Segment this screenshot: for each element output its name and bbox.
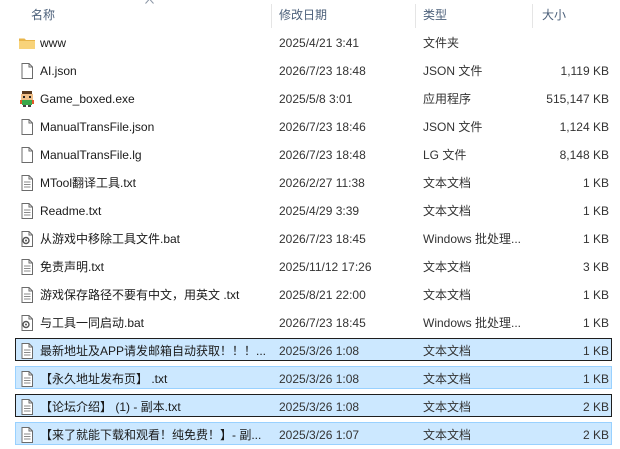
file-name: www <box>40 36 66 50</box>
file-name: ManualTransFile.json <box>40 120 155 134</box>
file-name: 最新地址及APP请发邮箱自动获取！！！... <box>40 344 267 358</box>
file-type: LG 文件 <box>423 148 467 162</box>
file-name: MTool翻译工具.txt <box>40 176 137 190</box>
file-row[interactable]: 最新地址及APP请发邮箱自动获取！！！... 2025/3/26 1:08 文本文档… <box>0 337 620 365</box>
file-size: 8,148 KB <box>559 148 609 162</box>
file-name: 从游戏中移除工具文件.bat <box>40 232 181 246</box>
file-date: 2025/3/26 1:08 <box>279 372 360 386</box>
text-file-icon <box>18 398 36 416</box>
file-name: 游戏保存路径不要有中文，用英文 .txt <box>40 288 240 302</box>
file-size: 515,147 KB <box>546 92 609 106</box>
file-name: 免责声明.txt <box>40 260 105 274</box>
text-file-icon <box>18 426 36 444</box>
file-type: 文本文档 <box>423 260 472 274</box>
file-row[interactable]: MTool翻译工具.txt 2026/2/27 11:38 文本文档 1 KB <box>0 169 620 197</box>
file-date: 2025/5/8 3:01 <box>279 92 353 106</box>
sort-ascending-icon <box>145 0 154 4</box>
file-name: 【永久地址发布页】 .txt <box>40 372 168 386</box>
text-file-icon <box>18 286 36 304</box>
file-date: 2025/11/12 17:26 <box>279 260 372 274</box>
column-divider[interactable] <box>532 4 533 28</box>
file-date: 2026/7/23 18:48 <box>279 148 366 162</box>
file-date: 2025/3/26 1:07 <box>279 428 360 442</box>
column-divider[interactable] <box>415 4 416 28</box>
file-size: 1 KB <box>582 316 609 330</box>
file-size: 2 KB <box>582 400 609 414</box>
file-type: 文本文档 <box>423 176 472 190</box>
file-row[interactable]: 从游戏中移除工具文件.bat 2026/7/23 18:45 Windows 批处理… <box>0 225 620 253</box>
file-type: JSON 文件 <box>423 64 483 78</box>
column-size[interactable]: 大小 <box>542 0 566 29</box>
file-icon <box>18 62 36 80</box>
file-name: Readme.txt <box>40 204 102 218</box>
file-size: 1 KB <box>582 232 609 246</box>
file-date: 2026/7/23 18:45 <box>279 232 366 246</box>
file-size: 1,119 KB <box>560 64 609 78</box>
file-row[interactable]: Readme.txt 2025/4/29 3:39 文本文档 1 KB <box>0 197 620 225</box>
file-size: 3 KB <box>582 260 609 274</box>
file-type: 文本文档 <box>423 204 472 218</box>
column-divider[interactable] <box>271 4 272 28</box>
column-date[interactable]: 修改日期 <box>279 0 327 29</box>
file-row[interactable]: 【来了就能下载和观看！纯免费！】- 副... 2025/3/26 1:07 文本文档… <box>0 421 620 449</box>
file-name: AI.json <box>40 64 77 78</box>
file-date: 2026/7/23 18:46 <box>279 120 366 134</box>
file-date: 2025/3/26 1:08 <box>279 400 360 414</box>
file-row[interactable]: 【永久地址发布页】 .txt 2025/3/26 1:08 文本文档 1 KB <box>0 365 620 393</box>
file-date: 2025/8/21 22:00 <box>279 288 366 302</box>
text-file-icon <box>18 202 36 220</box>
file-size <box>520 29 609 57</box>
batch-file-icon <box>18 314 36 332</box>
file-type: 文件夹 <box>423 36 460 50</box>
column-type[interactable]: 类型 <box>423 0 447 29</box>
app-icon <box>18 90 36 108</box>
file-type: 应用程序 <box>423 92 472 106</box>
file-type: Windows 批处理... <box>423 232 522 246</box>
file-name: 【来了就能下载和观看！纯免费！】- 副... <box>40 428 262 442</box>
file-date: 2026/7/23 18:48 <box>279 64 366 78</box>
file-row[interactable]: ManualTransFile.lg 2026/7/23 18:48 LG 文件 8,… <box>0 141 620 169</box>
file-type: 文本文档 <box>423 372 472 386</box>
column-name[interactable]: 名称 <box>31 0 55 29</box>
file-name: Game_boxed.exe <box>40 92 135 106</box>
column-header: 名称 修改日期 类型 大小 <box>0 0 620 29</box>
file-date: 2026/2/27 11:38 <box>279 176 365 190</box>
file-name: 与工具一同启动.bat <box>40 316 145 330</box>
batch-file-icon <box>18 230 36 248</box>
file-row[interactable]: 【论坛介绍】 (1) - 副本.txt 2025/3/26 1:08 文本文档 2 K… <box>0 393 620 421</box>
file-row[interactable]: www 2025/4/21 3:41 文件夹 <box>0 29 620 57</box>
file-type: JSON 文件 <box>423 120 483 134</box>
file-row[interactable]: Game_boxed.exe 2025/5/8 3:01 应用程序 515,147 K… <box>0 85 620 113</box>
file-size: 1 KB <box>582 372 609 386</box>
file-type: 文本文档 <box>423 428 472 442</box>
file-size: 1,124 KB <box>559 120 609 134</box>
file-date: 2026/7/23 18:45 <box>279 316 366 330</box>
file-icon <box>18 146 36 164</box>
file-size: 2 KB <box>582 428 609 442</box>
file-name: ManualTransFile.lg <box>40 148 142 162</box>
file-type: 文本文档 <box>423 344 472 358</box>
text-file-icon <box>18 258 36 276</box>
file-size: 1 KB <box>582 176 609 190</box>
file-row[interactable]: ManualTransFile.json 2026/7/23 18:46 JSON … <box>0 113 620 141</box>
file-size: 1 KB <box>582 344 609 358</box>
file-size: 1 KB <box>582 204 609 218</box>
folder-icon <box>18 34 36 52</box>
file-row[interactable]: 游戏保存路径不要有中文，用英文 .txt 2025/8/21 22:00 文本文档 1… <box>0 281 620 309</box>
file-row[interactable]: 免责声明.txt 2025/11/12 17:26 文本文档 3 KB <box>0 253 620 281</box>
text-file-icon <box>18 174 36 192</box>
file-type: 文本文档 <box>423 400 472 414</box>
text-file-icon <box>18 370 36 388</box>
file-size: 1 KB <box>582 288 609 302</box>
file-icon <box>18 118 36 136</box>
file-date: 2025/4/29 3:39 <box>279 204 360 218</box>
file-name: 【论坛介绍】 (1) - 副本.txt <box>40 400 181 414</box>
text-file-icon <box>18 342 36 360</box>
file-row[interactable]: AI.json 2026/7/23 18:48 JSON 文件 1,119 KB <box>0 57 620 85</box>
file-row[interactable]: 与工具一同启动.bat 2026/7/23 18:45 Windows 批处理...… <box>0 309 620 337</box>
file-date: 2025/4/21 3:41 <box>279 36 360 50</box>
file-date: 2025/3/26 1:08 <box>279 344 360 358</box>
file-type: 文本文档 <box>423 288 472 302</box>
file-type: Windows 批处理... <box>423 316 522 330</box>
